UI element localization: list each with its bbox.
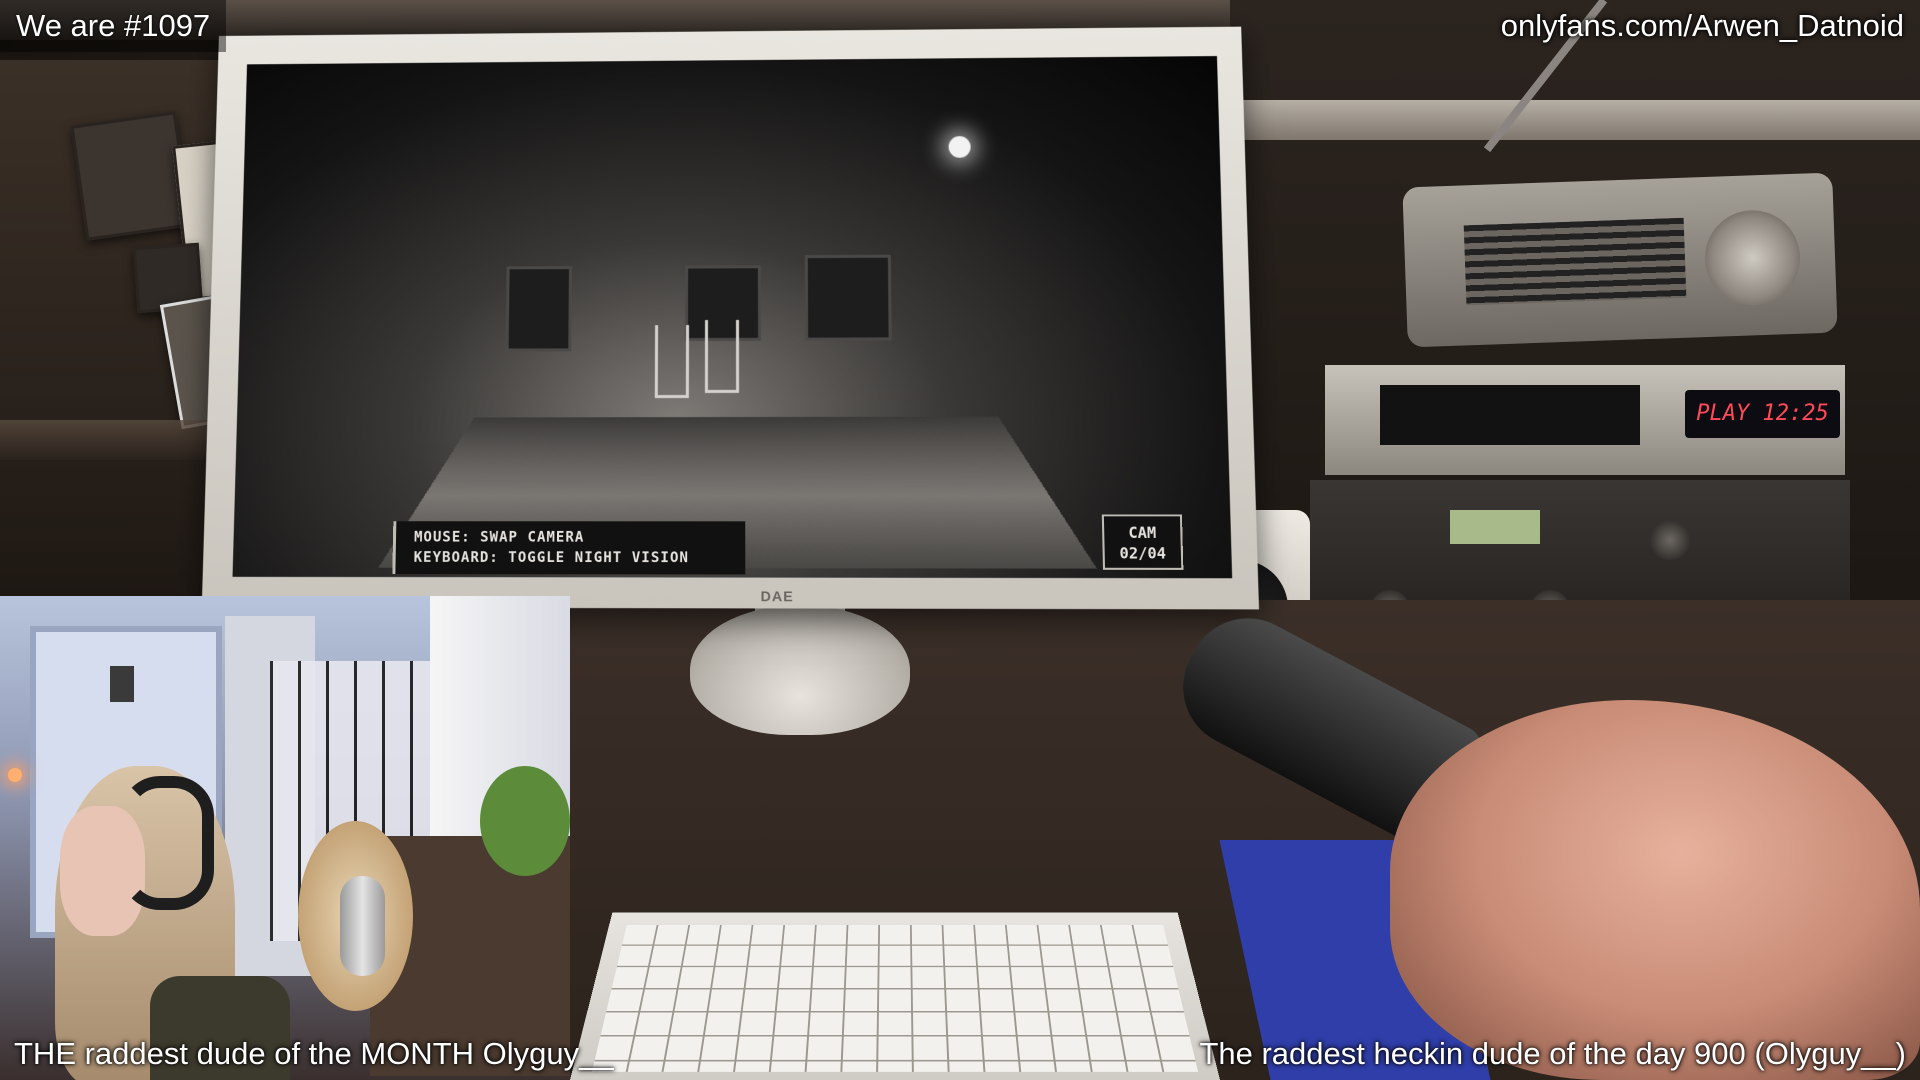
- keyboard[interactable]: [570, 912, 1220, 1080]
- receiver-dial: [1650, 520, 1690, 560]
- wall-rail: [1230, 100, 1920, 140]
- light-flare: [948, 136, 971, 158]
- room-window: [505, 266, 572, 352]
- tape-deck: PLAY 12:25: [1325, 365, 1845, 475]
- microphone: [340, 876, 385, 976]
- hint-mouse-line: MOUSE: SWAP CAMERA: [413, 529, 585, 546]
- radio: [1402, 172, 1838, 348]
- deck-display-panel: [1380, 385, 1640, 445]
- crt-monitor: MOUSE: SWAP CAMERA KEYBOARD: TOGGLE NIGH…: [201, 26, 1260, 610]
- dude-of-month-label: THE raddest dude of the MONTH Olyguy__: [14, 1036, 614, 1071]
- webcam-plant: [480, 766, 570, 876]
- monitor-stand: [690, 605, 910, 735]
- receiver-lcd: [1450, 510, 1540, 544]
- keyboard-keys[interactable]: [591, 925, 1199, 1072]
- streamer-webcam: [0, 596, 570, 1080]
- camera-number-badge: CAM 02/04: [1101, 514, 1184, 570]
- hint-keyboard-line: KEYBOARD: TOGGLE NIGHT VISION: [413, 549, 689, 567]
- radio-knob: [1703, 208, 1802, 308]
- camera-controls-hint: MOUSE: SWAP CAMERA KEYBOARD: TOGGLE NIGH…: [392, 521, 746, 575]
- chair: [654, 325, 690, 399]
- webcam-picture-frame: [110, 666, 134, 702]
- webcam-lamp: [8, 768, 22, 782]
- social-link-label: onlyfans.com/Arwen_Datnoid: [1500, 8, 1904, 43]
- deck-led-readout: PLAY 12:25: [1685, 390, 1840, 438]
- wall-photo-1: [70, 111, 192, 241]
- room-window: [804, 254, 892, 341]
- security-camera-feed[interactable]: MOUSE: SWAP CAMERA KEYBOARD: TOGGLE NIGH…: [232, 56, 1233, 579]
- cam-number: 02/04: [1119, 544, 1167, 563]
- monitor-brand: DAE: [760, 587, 794, 605]
- viewer-counter-label: We are #1097: [0, 0, 227, 52]
- chair: [704, 319, 740, 393]
- cam-label: CAM: [1128, 523, 1157, 543]
- dude-of-day-label: The raddest heckin dude of the day 900 (…: [1199, 1036, 1906, 1071]
- radio-grille: [1463, 217, 1687, 306]
- headphones: [120, 776, 214, 910]
